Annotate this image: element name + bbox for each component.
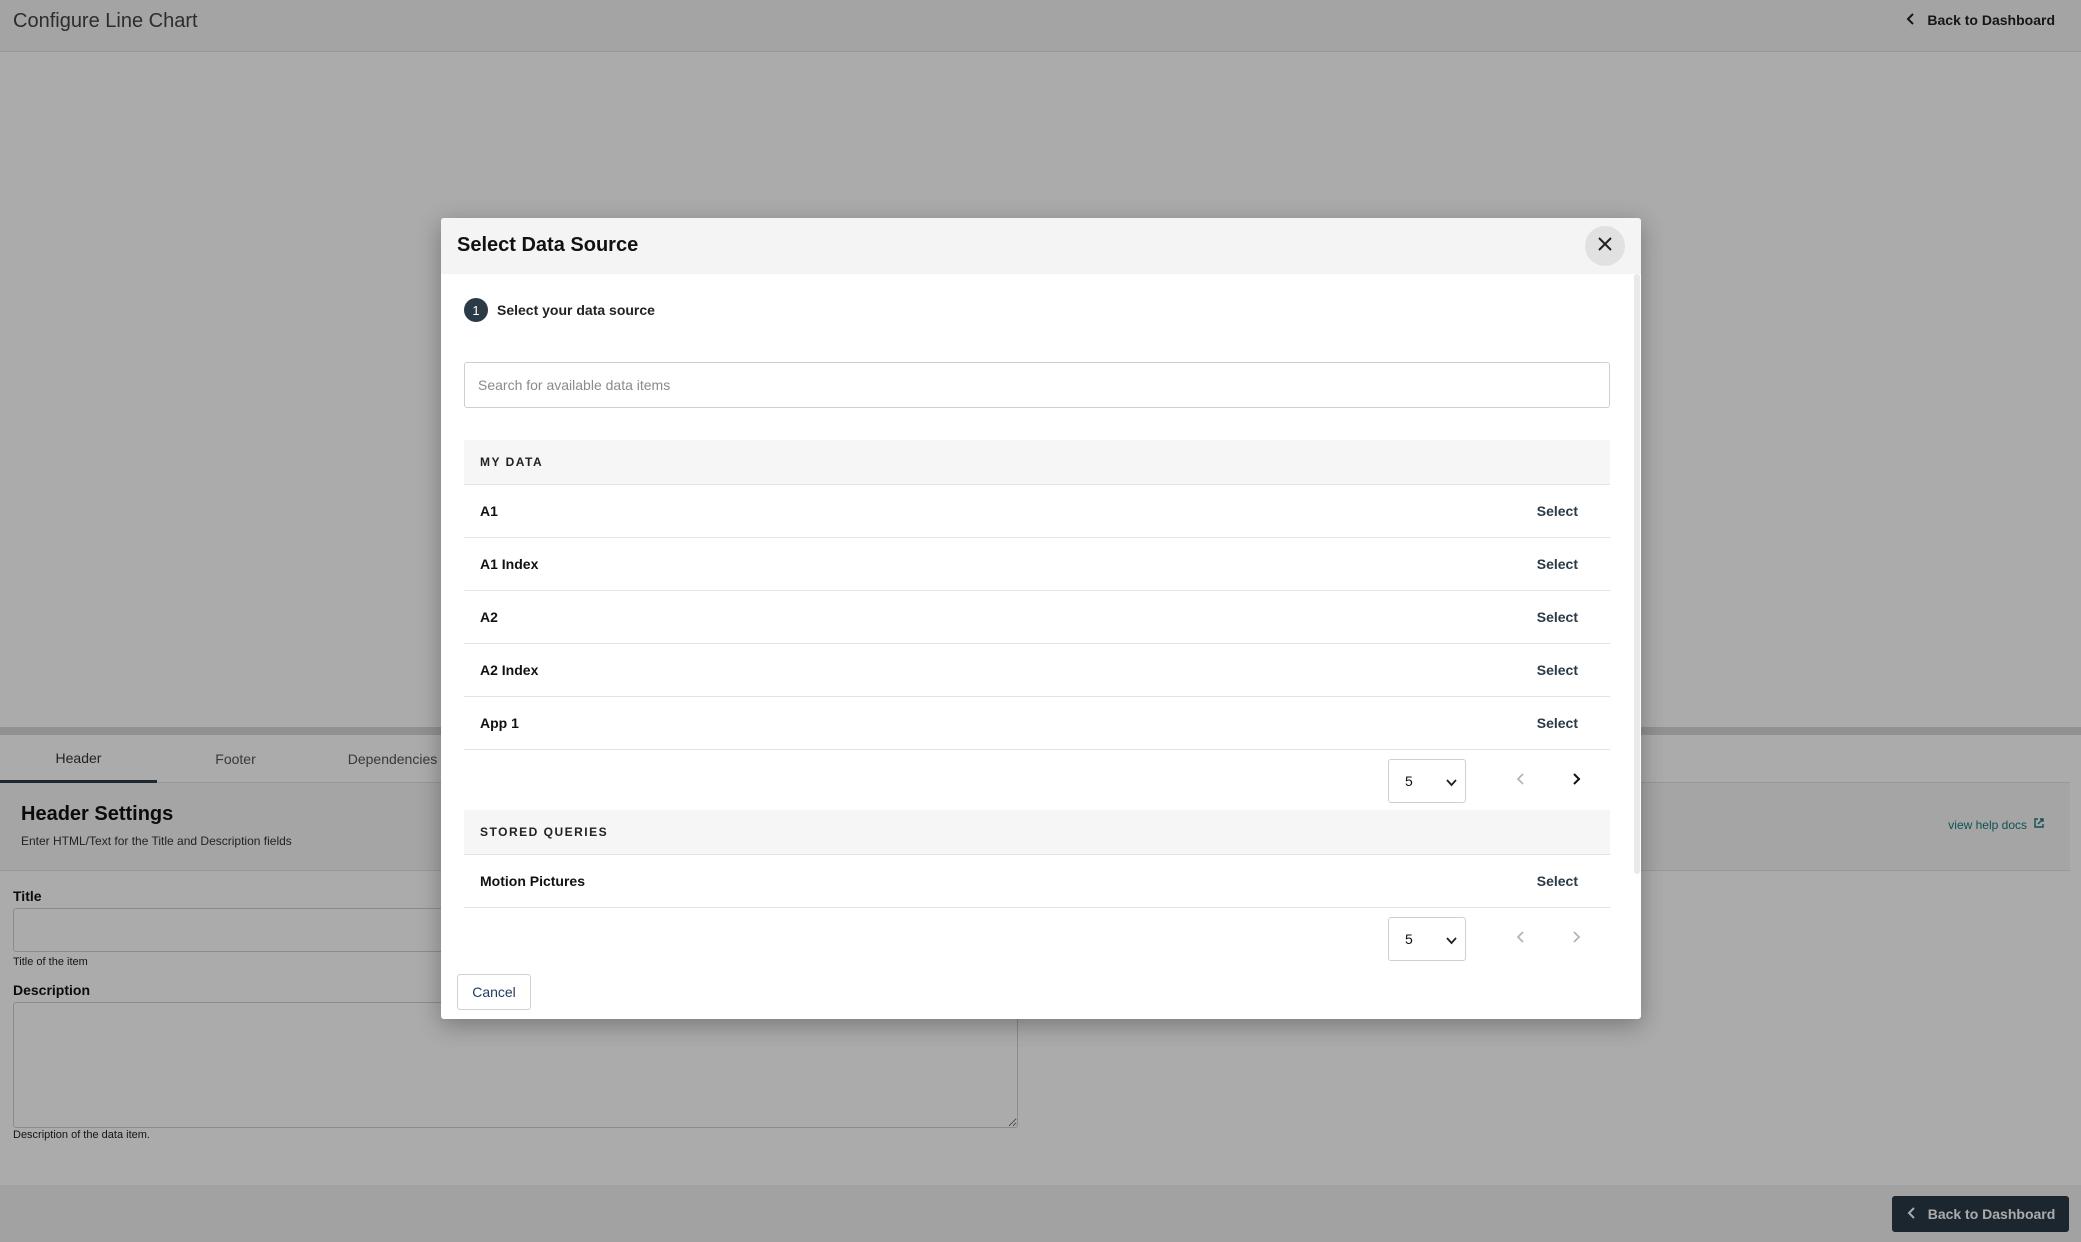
chevron-down-icon <box>1446 779 1457 787</box>
chevron-left-icon <box>1514 930 1528 949</box>
data-item-name: A1 Index <box>480 556 539 572</box>
select-button[interactable]: Select <box>1537 873 1578 889</box>
list-item: Motion Pictures Select <box>464 855 1610 908</box>
select-button[interactable]: Select <box>1537 609 1578 625</box>
page-size-value: 5 <box>1405 773 1413 789</box>
next-page-button[interactable] <box>1564 927 1588 951</box>
data-item-name: App 1 <box>480 715 519 731</box>
chevron-left-icon <box>1514 772 1528 791</box>
step-indicator: 1 Select your data source <box>464 298 655 322</box>
close-dialog-button[interactable] <box>1585 226 1625 266</box>
select-button[interactable]: Select <box>1537 715 1578 731</box>
dialog-scrollbar[interactable] <box>1634 274 1640 874</box>
page-size-select[interactable]: 5 <box>1388 917 1466 961</box>
stored-queries-list: Motion Pictures Select <box>464 855 1610 908</box>
select-data-source-dialog: Select Data Source 1 Select your data so… <box>441 218 1641 1019</box>
close-icon <box>1597 236 1613 257</box>
select-button[interactable]: Select <box>1537 662 1578 678</box>
my-data-heading: MY DATA <box>480 455 544 469</box>
data-items-search-input[interactable] <box>464 362 1610 408</box>
stored-queries-section-header: STORED QUERIES <box>464 810 1610 855</box>
previous-page-button[interactable] <box>1509 769 1533 793</box>
data-item-name: Motion Pictures <box>480 873 586 889</box>
my-data-section-header: MY DATA <box>464 440 1610 485</box>
chevron-right-icon <box>1569 930 1583 949</box>
step-label: Select your data source <box>497 302 655 318</box>
list-item: App 1 Select <box>464 697 1610 750</box>
list-item: A2 Index Select <box>464 644 1610 697</box>
page-size-select[interactable]: 5 <box>1388 759 1466 803</box>
data-item-name: A2 Index <box>480 662 539 678</box>
previous-page-button[interactable] <box>1509 927 1533 951</box>
chevron-down-icon <box>1446 937 1457 945</box>
step-number-badge: 1 <box>464 298 488 322</box>
stored-queries-pagination: 5 <box>464 908 1610 968</box>
stored-queries-heading: STORED QUERIES <box>480 825 609 839</box>
next-page-button[interactable] <box>1564 769 1588 793</box>
dialog-title: Select Data Source <box>457 234 639 256</box>
select-button[interactable]: Select <box>1537 556 1578 572</box>
my-data-list: A1 Select A1 Index Select A2 Select A2 I… <box>464 485 1610 750</box>
list-item: A1 Select <box>464 485 1610 538</box>
chevron-right-icon <box>1569 772 1583 791</box>
page-size-value: 5 <box>1405 931 1413 947</box>
list-item: A2 Select <box>464 591 1610 644</box>
select-button[interactable]: Select <box>1537 503 1578 519</box>
dialog-header: Select Data Source <box>441 218 1641 274</box>
data-item-name: A2 <box>480 609 498 625</box>
data-item-name: A1 <box>480 503 498 519</box>
cancel-button[interactable]: Cancel <box>457 974 531 1010</box>
my-data-pagination: 5 <box>464 750 1610 810</box>
list-item: A1 Index Select <box>464 538 1610 591</box>
